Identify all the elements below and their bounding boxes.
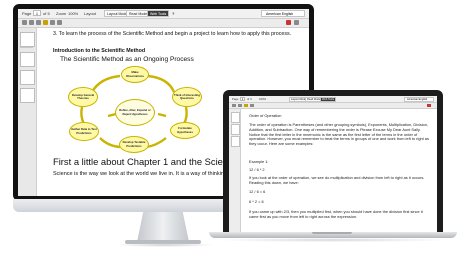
step-one-line: 12 / 6 = 6 xyxy=(249,189,266,194)
layout-label[interactable]: Layout xyxy=(84,9,96,18)
cycle-arrow xyxy=(145,137,167,149)
laptop-document: Order of Operation The order of operatio… xyxy=(243,109,437,232)
laptop-language-select[interactable]: American English xyxy=(404,97,434,102)
diagram-title: The Scientific Method as an Ongoing Proc… xyxy=(60,56,194,63)
laptop-screen: Page 1 of 3 100% Layout Mode Read Mode W… xyxy=(229,96,437,232)
laptop-note-tool-icon[interactable] xyxy=(244,104,248,107)
node-gather-data: Gather Data to Test Predictions xyxy=(69,122,99,141)
laptop-thumbnail-sidebar xyxy=(229,109,241,232)
node-general-theories: Develop General Theories xyxy=(68,87,98,107)
laptop-shadow xyxy=(215,238,451,242)
cycle-arrow xyxy=(90,74,121,93)
node-formulate-hypotheses: Formulate Hypotheses xyxy=(170,122,200,139)
record-icon[interactable] xyxy=(286,20,291,25)
desktop-monitor-stand xyxy=(137,212,189,242)
select-tool-icon[interactable] xyxy=(22,20,27,25)
node-testable-predictions: Develop Testable Predictions xyxy=(119,136,149,153)
laptop-page-count: of 3 xyxy=(247,97,252,101)
laptop-select-tool-icon[interactable] xyxy=(232,104,236,107)
highlight-tool-icon[interactable] xyxy=(36,20,41,25)
step-three-text: 3. To learn the process of the Scientifi… xyxy=(53,31,292,37)
laptop-page-input[interactable]: 1 xyxy=(240,97,245,101)
note-tool-icon[interactable] xyxy=(43,20,48,25)
laptop-top-toolbar: Page 1 of 3 100% Layout Mode Read Mode W… xyxy=(229,96,437,103)
explanation-paragraph: If you look at the order of operation, w… xyxy=(249,175,425,185)
laptop-zoom-value[interactable]: 100% xyxy=(259,96,266,102)
text-tool-icon[interactable] xyxy=(29,20,34,25)
laptop-opening-notch xyxy=(312,232,352,234)
thumbnail-page-2[interactable] xyxy=(20,52,35,67)
page-number-input[interactable]: 1 xyxy=(33,10,41,16)
language-select[interactable]: American English xyxy=(261,10,305,17)
laptop-print-icon[interactable] xyxy=(250,104,254,107)
web-tools-button[interactable]: Web Tools xyxy=(147,10,170,17)
intro-heading: Introduction to the Scientific Method xyxy=(53,48,146,54)
laptop-text-tool-icon[interactable] xyxy=(238,104,242,107)
node-refine-hypotheses: Refine, Alter, Expand or Reject Hypothes… xyxy=(115,99,155,126)
center-arrow xyxy=(157,112,167,118)
example-expression: 12 / 6 * 2 xyxy=(249,167,265,172)
page-count: of 5 xyxy=(43,11,50,16)
laptop-thumbnail-page-1[interactable] xyxy=(231,112,240,123)
zoom-label: Zoom xyxy=(56,11,67,16)
doc-title: Order of Operation xyxy=(249,113,282,118)
shape-tool-icon[interactable] xyxy=(50,20,55,25)
intro-paragraph: The order of operation is Parentheses (a… xyxy=(249,122,429,147)
thumbnail-page-1[interactable] xyxy=(20,32,35,47)
step-two-line: 6 * 2 = 6 xyxy=(249,199,264,204)
thumbnail-divider xyxy=(20,47,33,48)
cycle-arrow xyxy=(99,137,121,149)
closing-paragraph: If you came up with 2/3, then you multip… xyxy=(249,209,423,219)
thumbnail-page-4[interactable] xyxy=(20,88,35,103)
node-interesting-questions: Think of Interesting Questions xyxy=(172,87,202,107)
laptop-page-label: Page xyxy=(232,97,239,101)
page-thumbnail-sidebar xyxy=(18,28,37,196)
zoom-value[interactable]: 100% xyxy=(68,9,78,18)
settings-icon[interactable] xyxy=(294,20,299,25)
laptop-web-tools-button[interactable]: Web Tools xyxy=(320,97,337,102)
desktop-tools-toolbar xyxy=(18,19,309,28)
page-label: Page xyxy=(22,11,32,16)
desktop-shadow xyxy=(115,243,215,247)
help-icon[interactable]: ? xyxy=(172,9,174,18)
laptop-record-icon[interactable] xyxy=(427,104,431,107)
laptop-thumbnail-page-3[interactable] xyxy=(231,136,240,147)
laptop-thumbnail-page-2[interactable] xyxy=(231,124,240,135)
node-make-observations: Make Observations xyxy=(121,66,149,83)
scientific-method-cycle-diagram: Make Observations Think of Interesting Q… xyxy=(60,66,210,153)
desktop-top-toolbar: Page 1 of 5 Zoom 100% Layout Layout Mode… xyxy=(18,9,309,19)
example-label: Example 1: xyxy=(249,159,269,164)
section-body-text: Science is the way we look at the world … xyxy=(53,171,227,177)
thumbnail-page-3[interactable] xyxy=(20,70,35,85)
print-icon[interactable] xyxy=(57,20,62,25)
cycle-arrow xyxy=(147,74,176,93)
